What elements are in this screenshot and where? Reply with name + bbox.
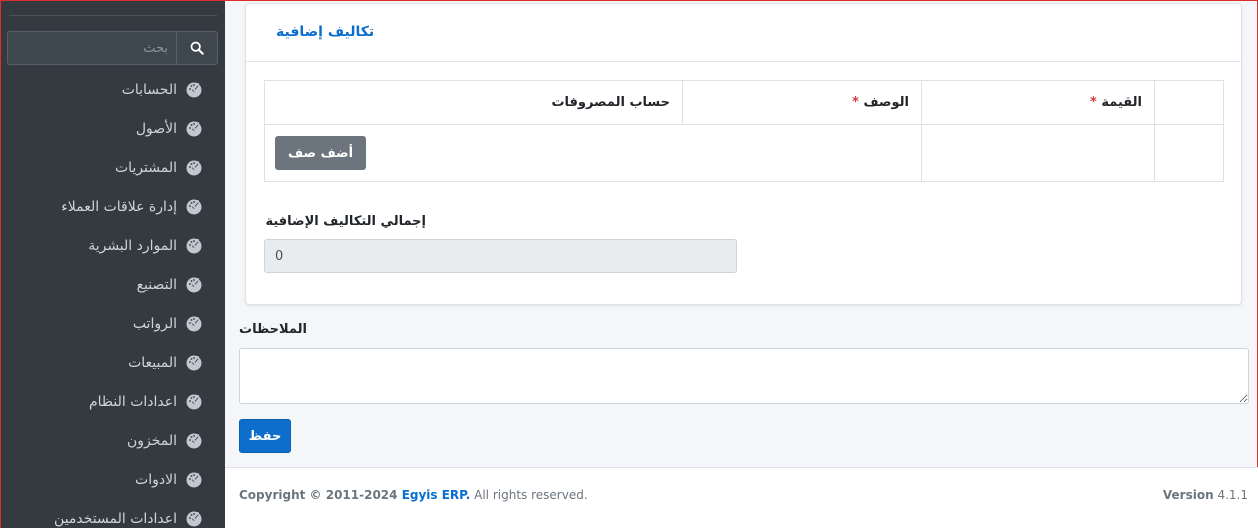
sidebar-item-assets[interactable]: الأصول (1, 109, 225, 148)
column-label: حساب المصروفات (551, 95, 670, 110)
sidebar-item-label: الادوات (135, 471, 177, 488)
chevron-left-icon (192, 434, 199, 446)
copyright-text: Copyright © 2011-2024 (239, 488, 398, 502)
chevron-left-icon (192, 161, 199, 173)
chevron-left-icon (192, 122, 199, 134)
sidebar: الحسابات الأصول المشتريات إدارة علاقات العم… (1, 1, 225, 528)
footer: Copyright © 2011-2024 Egyis ERP. All rig… (225, 467, 1258, 528)
sidebar-item-sales[interactable]: المبيعات (1, 343, 225, 382)
actions-column-header (1154, 80, 1224, 125)
sidebar-item-label: الأصول (135, 120, 177, 137)
additional-costs-card: تكاليف إضافية القيمة * الوصف * حساب المص… (245, 3, 1242, 305)
card-header: تكاليف إضافية (246, 4, 1241, 62)
sidebar-item-label: التصنيع (136, 276, 177, 293)
sidebar-item-hr[interactable]: الموارد البشرية (1, 226, 225, 265)
sidebar-item-label: الموارد البشرية (88, 237, 177, 254)
footer-version: Version 4.1.1 (1163, 488, 1248, 502)
sidebar-item-label: اعدادات النظام (88, 393, 177, 410)
required-marker: * (852, 95, 859, 110)
sidebar-item-manufacturing[interactable]: التصنيع (1, 265, 225, 304)
search-input[interactable] (8, 32, 178, 64)
sidebar-item-crm[interactable]: إدارة علاقات العملاء (1, 187, 225, 226)
notes-label: الملاحظات (239, 322, 307, 337)
additional-costs-table: القيمة * الوصف * حساب المصروفات أضف صف (264, 80, 1224, 182)
sidebar-item-tools[interactable]: الادوات (1, 460, 225, 499)
sidebar-divider (9, 15, 217, 16)
sidebar-item-label: إدارة علاقات العملاء (61, 198, 177, 215)
table-header-row: القيمة * الوصف * حساب المصروفات (264, 80, 1224, 125)
column-header-value: القيمة * (921, 80, 1155, 125)
column-label: الوصف (863, 95, 909, 110)
chevron-left-icon (192, 473, 199, 485)
table-row: أضف صف (264, 124, 1224, 182)
add-row-button[interactable]: أضف صف (275, 136, 367, 170)
chevron-left-icon (192, 356, 199, 368)
sidebar-item-label: اعدادات المستخدمين (54, 510, 177, 527)
search-icon (190, 41, 204, 55)
column-header-description: الوصف * (682, 80, 922, 125)
total-additional-costs-label: إجمالي التكاليف الإضافية (265, 214, 426, 229)
sidebar-item-payroll[interactable]: الرواتب (1, 304, 225, 343)
chevron-left-icon (192, 83, 199, 95)
chevron-left-icon (192, 200, 199, 212)
save-button[interactable]: حفظ (239, 419, 291, 453)
sidebar-item-purchases[interactable]: المشتريات (1, 148, 225, 187)
sidebar-item-label: المخزون (126, 432, 177, 449)
sidebar-item-label: المشتريات (114, 159, 177, 176)
chevron-left-icon (192, 239, 199, 251)
sidebar-item-label: الحسابات (121, 81, 177, 98)
column-label: القيمة (1101, 95, 1142, 110)
add-row-cell: أضف صف (264, 124, 922, 182)
footer-copyright: Copyright © 2011-2024 Egyis ERP. All rig… (239, 488, 588, 502)
sidebar-item-inventory[interactable]: المخزون (1, 421, 225, 460)
chevron-left-icon (192, 395, 199, 407)
sidebar-item-label: الرواتب (132, 315, 177, 332)
notes-textarea[interactable] (239, 348, 1249, 404)
table-cell (921, 124, 1155, 182)
rights-text: All rights reserved. (470, 488, 588, 502)
chevron-left-icon (192, 278, 199, 290)
required-marker: * (1090, 95, 1097, 110)
sidebar-item-system-settings[interactable]: اعدادات النظام (1, 382, 225, 421)
brand-link[interactable]: Egyis ERP. (402, 488, 471, 502)
chevron-left-icon (192, 317, 199, 329)
sidebar-item-accounts[interactable]: الحسابات (1, 70, 225, 109)
chevron-left-icon (192, 512, 199, 524)
total-additional-costs-field[interactable] (264, 239, 737, 273)
version-label: Version (1162, 488, 1214, 502)
column-header-expense-account: حساب المصروفات (264, 80, 683, 125)
table-cell (1154, 124, 1224, 182)
version-number: 4.1.1 (1217, 488, 1248, 502)
sidebar-search (7, 31, 218, 65)
sidebar-item-user-settings[interactable]: اعدادات المستخدمين (1, 499, 225, 528)
search-button[interactable] (176, 32, 217, 64)
sidebar-item-label: المبيعات (128, 354, 177, 371)
tab-additional-costs[interactable]: تكاليف إضافية (276, 24, 374, 40)
sidebar-menu: الحسابات الأصول المشتريات إدارة علاقات العم… (1, 70, 225, 528)
